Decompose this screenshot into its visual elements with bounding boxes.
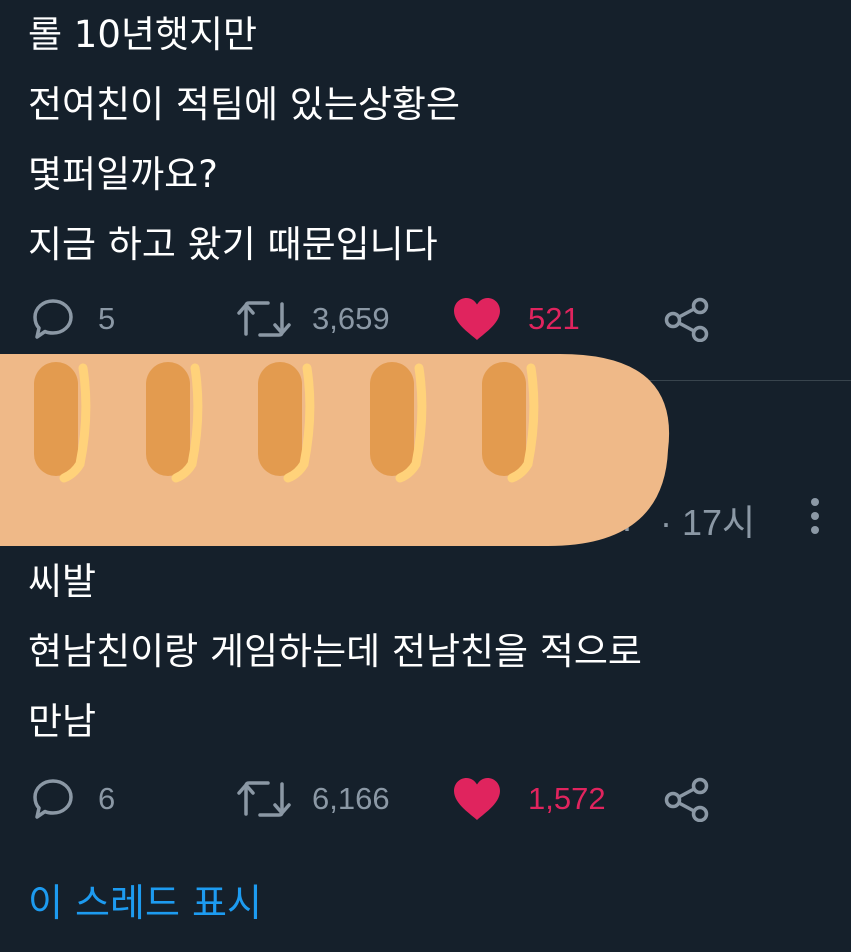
reply-count: 5 xyxy=(98,301,116,336)
reply-count: 6 xyxy=(98,781,116,816)
heart-icon xyxy=(454,298,500,340)
tweet-1-text: 롤 10년햇지만 전여친이 적팀에 있는상황은 몇퍼일까요? 지금 하고 왔기 … xyxy=(28,0,460,280)
share-button[interactable] xyxy=(662,294,712,344)
more-options-icon[interactable] xyxy=(800,490,830,546)
tweet-1-line: 전여친이 적팀에 있는상황은 xyxy=(28,83,461,126)
like-count: 521 xyxy=(528,301,580,336)
tweet-1-line: 지금 하고 왔기 때문입니다 xyxy=(28,223,438,266)
tweet-2-line: 현남친이랑 게임하는데 전남친을 적으로 xyxy=(28,630,642,673)
tweet-1-action-bar: 5 3,659 521 xyxy=(30,294,730,344)
heart-icon xyxy=(454,778,500,820)
like-button[interactable]: 521 xyxy=(452,294,580,344)
like-count: 1,572 xyxy=(528,781,606,816)
tweet-2-line: 만남 xyxy=(28,700,97,743)
tweet-2-text: 씨발 현남친이랑 게임하는데 전남친을 적으로 만남 xyxy=(28,547,642,757)
tweet-2-line: 씨발 xyxy=(28,560,97,603)
tweet-1-line: 몇퍼일까요? xyxy=(28,153,218,196)
retweet-count: 3,659 xyxy=(312,301,390,336)
retweet-count: 6,166 xyxy=(312,781,390,816)
baguette-sticker xyxy=(0,354,670,546)
like-button[interactable]: 1,572 xyxy=(452,774,606,824)
retweet-button[interactable]: 3,659 xyxy=(236,294,390,344)
tweet-1-line: 롤 10년햇지만 xyxy=(28,13,258,56)
share-icon xyxy=(664,777,709,822)
reply-icon xyxy=(33,299,73,339)
show-thread-link[interactable]: 이 스레드 표시 xyxy=(28,872,262,927)
reply-button[interactable]: 6 xyxy=(30,774,115,824)
retweet-icon xyxy=(237,301,291,337)
share-button[interactable] xyxy=(662,774,712,824)
share-icon xyxy=(664,297,709,342)
retweet-button[interactable]: 6,166 xyxy=(236,774,390,824)
tweet-2-action-bar: 6 6,166 1,572 xyxy=(30,774,730,824)
retweet-icon xyxy=(237,781,291,817)
reply-button[interactable]: 5 xyxy=(30,294,115,344)
reply-icon xyxy=(33,779,73,819)
